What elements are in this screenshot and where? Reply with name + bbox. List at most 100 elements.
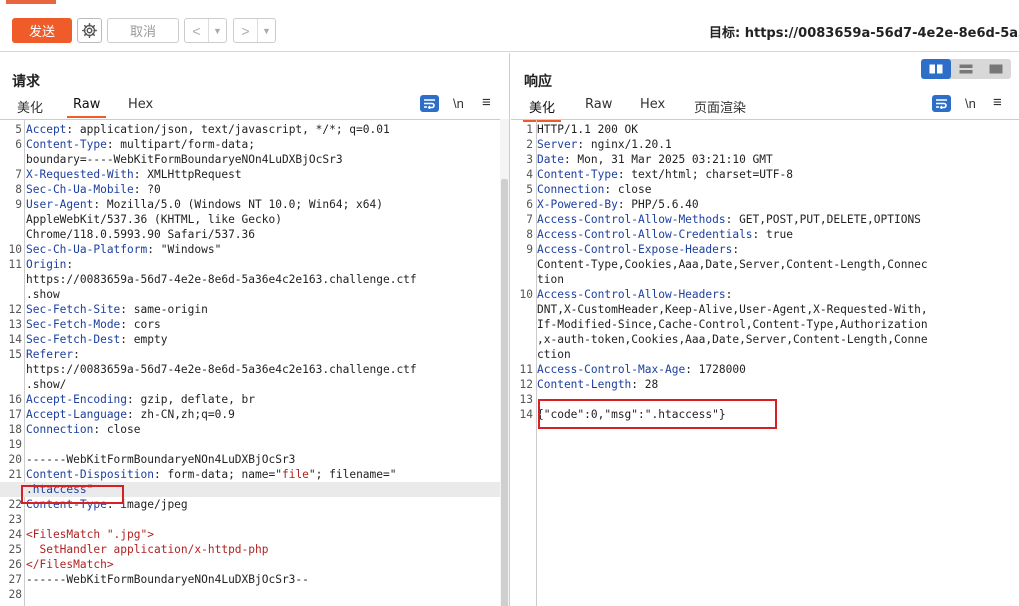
line-number: 11 [519, 363, 533, 376]
request-code-line[interactable]: Chrome/118.0.5993.90 Safari/537.36 [0, 227, 509, 242]
markup-text: </FilesMatch> [26, 558, 114, 571]
layout-toggle-group[interactable] [921, 59, 1011, 79]
response-code-line[interactable]: 10 Access-Control-Allow-Headers: [511, 287, 1019, 302]
request-editor[interactable]: 5 Accept: application/json, text/javascri… [0, 119, 509, 606]
request-menu-icon[interactable]: ≡ [482, 94, 491, 111]
layout-tabs-icon[interactable] [981, 59, 1011, 79]
request-code-line[interactable]: 26 </FilesMatch> [0, 557, 509, 572]
request-tab-hex[interactable]: Hex [128, 97, 153, 112]
request-code-line[interactable]: 20 ------WebKitFormBoundaryeNOn4LuDXBjOcS… [0, 452, 509, 467]
request-code[interactable]: 5 Accept: application/json, text/javascri… [0, 122, 509, 602]
request-code-line[interactable]: 14 Sec-Fetch-Dest: empty [0, 332, 509, 347]
response-code-line[interactable]: 5 Connection: close [511, 182, 1019, 197]
response-menu-icon[interactable]: ≡ [993, 94, 1002, 111]
request-title: 请求 [12, 74, 40, 90]
request-code-line[interactable]: 6 Content-Type: multipart/form-data; [0, 137, 509, 152]
response-code-line[interactable]: 1 HTTP/1.1 200 OK [511, 122, 1019, 137]
request-code-line[interactable]: boundary=----WebKitFormBoundaryeNOn4LuDX… [0, 152, 509, 167]
back-dropdown-icon[interactable]: ▼ [209, 19, 226, 42]
response-code-line[interactable]: 2 Server: nginx/1.20.1 [511, 137, 1019, 152]
request-code-line[interactable]: 12 Sec-Fetch-Site: same-origin [0, 302, 509, 317]
response-code-line[interactable]: ,x-auth-token,Cookies,Aaa,Date,Server,Co… [511, 332, 1019, 347]
request-code-line[interactable]: 10 Sec-Ch-Ua-Platform: "Windows" [0, 242, 509, 257]
response-tab-hex[interactable]: Hex [640, 97, 665, 112]
response-code-line[interactable]: 7 Access-Control-Allow-Methods: GET,POST,… [511, 212, 1019, 227]
request-code-line[interactable]: 23 [0, 512, 509, 527]
back-nav-group[interactable]: < ▼ [184, 18, 227, 43]
forward-dropdown-icon[interactable]: ▼ [258, 19, 275, 42]
response-code-line[interactable]: 11 Access-Control-Max-Age: 1728000 [511, 362, 1019, 377]
line-number [0, 152, 22, 167]
response-code-line[interactable]: tion [511, 272, 1019, 287]
request-code-line[interactable]: https://0083659a-56d7-4e2e-8e6d-5a36e4c2… [0, 362, 509, 377]
cancel-button[interactable]: 取消 [107, 18, 179, 43]
request-code-line[interactable]: https://0083659a-56d7-4e2e-8e6d-5a36e4c2… [0, 272, 509, 287]
layout-stacked-icon[interactable] [951, 59, 981, 79]
response-code-line[interactable]: 6 X-Powered-By: PHP/5.6.40 [511, 197, 1019, 212]
response-code-line[interactable]: 9 Access-Control-Expose-Headers: [511, 242, 1019, 257]
request-code-line[interactable]: AppleWebKit/537.36 (KHTML, like Gecko) [0, 212, 509, 227]
request-code-line[interactable]: 7 X-Requested-With: XMLHttpRequest [0, 167, 509, 182]
response-newline-toggle-icon[interactable]: \n [965, 96, 976, 111]
line-text: Sec-Ch-Ua-Platform: "Windows" [22, 242, 221, 257]
request-code-line[interactable]: 25 SetHandler application/x-httpd-php [0, 542, 509, 557]
target-url[interactable]: 目标: https://0083659a-56d7-4e2e-8e6d-5a36… [709, 22, 1019, 41]
request-code-line[interactable]: .show [0, 287, 509, 302]
response-tab-render[interactable]: 页面渲染 [694, 97, 746, 116]
response-tab-raw[interactable]: Raw [585, 97, 612, 112]
response-code[interactable]: 1 HTTP/1.1 200 OK 2 Server: nginx/1.20.1 3 Da… [511, 122, 1019, 422]
response-code-line[interactable]: Content-Type,Cookies,Aaa,Date,Server,Con… [511, 257, 1019, 272]
value-text: : [73, 348, 80, 361]
request-newline-toggle-icon[interactable]: \n [453, 96, 464, 111]
response-code-line[interactable]: 12 Content-Length: 28 [511, 377, 1019, 392]
response-code-line[interactable]: 3 Date: Mon, 31 Mar 2025 03:21:10 GMT [511, 152, 1019, 167]
request-code-line[interactable]: 24 <FilesMatch ".jpg"> [0, 527, 509, 542]
response-code-line[interactable]: ction [511, 347, 1019, 362]
layout-side-by-side-icon[interactable] [921, 59, 951, 79]
request-code-line[interactable]: 15 Referer: [0, 347, 509, 362]
request-code-line[interactable]: 18 Connection: close [0, 422, 509, 437]
request-code-line[interactable]: 16 Accept-Encoding: gzip, deflate, br [0, 392, 509, 407]
value-text: : gzip, deflate, br [127, 393, 256, 406]
request-tab-raw[interactable]: Raw [66, 97, 107, 118]
line-text: Content-Disposition: form-data; name="fi… [22, 467, 396, 482]
request-code-line[interactable]: 11 Origin: [0, 257, 509, 272]
line-number: 8 [15, 183, 22, 196]
line-text: Server: nginx/1.20.1 [533, 137, 672, 152]
response-code-line[interactable]: DNT,X-CustomHeader,Keep-Alive,User-Agent… [511, 302, 1019, 317]
request-code-line[interactable]: 27 ------WebKitFormBoundaryeNOn4LuDXBjOcS… [0, 572, 509, 587]
response-code-line[interactable]: If-Modified-Since,Cache-Control,Content-… [511, 317, 1019, 332]
line-number: 20 [8, 453, 22, 466]
line-number: 24 [8, 528, 22, 541]
response-code-line[interactable]: 4 Content-Type: text/html; charset=UTF-8 [511, 167, 1019, 182]
back-button[interactable]: < [185, 19, 209, 42]
value-text: : application/json, text/javascript, */*… [66, 123, 390, 136]
request-code-line[interactable]: 8 Sec-Ch-Ua-Mobile: ?0 [0, 182, 509, 197]
value-text: : Mozilla/5.0 (Windows NT 10.0; Win64; x… [93, 198, 383, 211]
request-code-line[interactable]: 9 User-Agent: Mozilla/5.0 (Windows NT 10.… [0, 197, 509, 212]
forward-nav-group[interactable]: > ▼ [233, 18, 276, 43]
request-code-line[interactable]: 13 Sec-Fetch-Mode: cors [0, 317, 509, 332]
response-editor[interactable]: 1 HTTP/1.1 200 OK 2 Server: nginx/1.20.1 3 Da… [511, 119, 1019, 606]
forward-button[interactable]: > [234, 19, 258, 42]
request-code-line[interactable]: 21 Content-Disposition: form-data; name="… [0, 467, 509, 482]
response-message-actions-icon[interactable] [932, 95, 951, 112]
line-text: .show [22, 287, 60, 302]
response-tab-pretty[interactable]: 美化 [522, 97, 562, 122]
value-text: : empty [120, 333, 168, 346]
send-button[interactable]: 发送 [12, 18, 72, 43]
request-code-line[interactable]: 28 [0, 587, 509, 602]
line-text: Connection: close [533, 182, 652, 197]
response-code-line[interactable]: 8 Access-Control-Allow-Credentials: true [511, 227, 1019, 242]
request-message-actions-icon[interactable] [420, 95, 439, 112]
value-text: ------WebKitFormBoundaryeNOn4LuDXBjOcSr3 [26, 453, 296, 466]
request-tab-pretty[interactable]: 美化 [17, 97, 43, 116]
request-code-line[interactable]: 5 Accept: application/json, text/javascri… [0, 122, 509, 137]
request-code-line[interactable]: 19 [0, 437, 509, 452]
settings-button[interactable] [77, 18, 102, 43]
request-code-line[interactable]: 17 Accept-Language: zh-CN,zh;q=0.9 [0, 407, 509, 422]
request-scrollbar[interactable] [500, 119, 509, 606]
line-number: 7 [526, 213, 533, 226]
request-code-line[interactable]: .show/ [0, 377, 509, 392]
header-name: Connection [537, 183, 605, 196]
